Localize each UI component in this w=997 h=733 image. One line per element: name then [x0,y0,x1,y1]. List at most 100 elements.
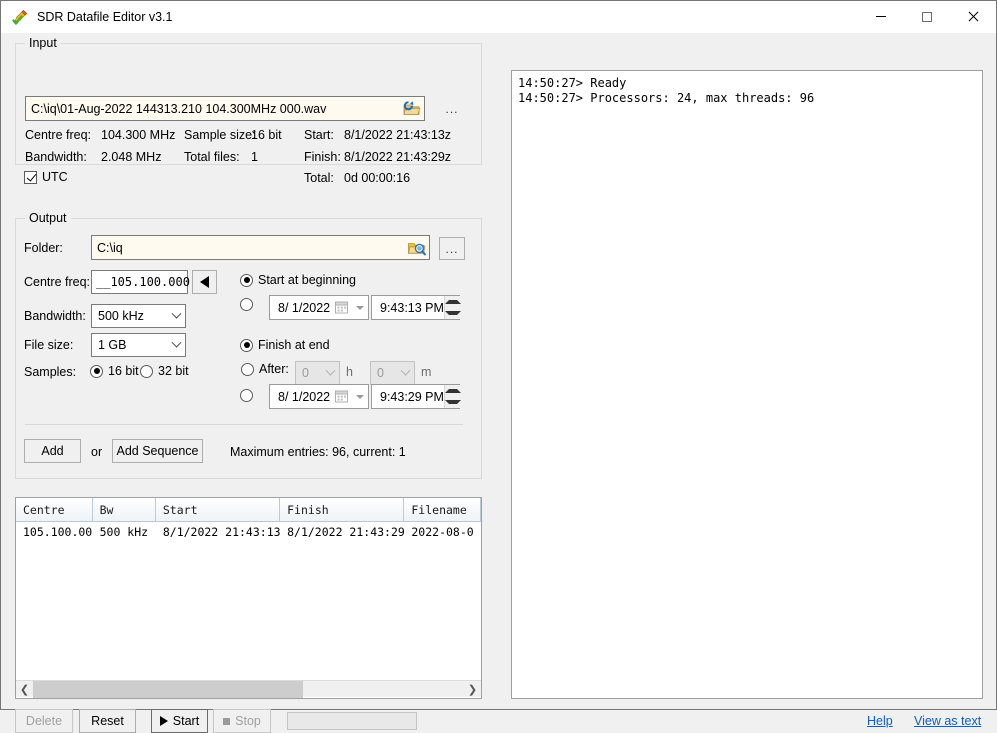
samples-16bit-radio[interactable]: 16 bit [90,364,139,378]
stop-button[interactable]: Stop [213,709,271,733]
chevron-down-icon [167,337,185,349]
divider [25,424,463,425]
input-total-value: 0d 00:00:16 [344,171,411,185]
after-minutes-select[interactable]: 0 [370,361,415,385]
start-date-picker[interactable]: 8/ 1/2022 [269,295,369,320]
arrow-left-icon [200,276,209,288]
after-label: After: [259,362,289,376]
cell-finish: 8/1/2022 21:43:29z [287,525,405,539]
after-minutes-value: 0 [377,366,384,380]
main-body: Input C:\iq\01-Aug-2022 144313.210 104.3… [1,33,996,733]
view-as-text-link[interactable]: View as text [914,714,981,728]
play-icon [159,716,168,726]
spinner-down-icon[interactable] [444,396,461,408]
spinner-up-icon[interactable] [444,385,461,397]
after-minutes-unit: m [421,365,432,379]
output-samples-label: Samples: [24,365,77,379]
input-group-legend: Input [25,36,61,50]
column-header-start[interactable]: Start [155,498,281,522]
spinner-down-icon[interactable] [444,307,461,319]
start-time-value: 9:43:13 PM [380,300,444,315]
input-total-files-label: Total files: [184,150,240,164]
window-controls [858,1,996,33]
input-file-field[interactable]: C:\iq\01-Aug-2022 144313.210 104.300MHz … [25,96,425,121]
add-sequence-button[interactable]: Add Sequence [112,439,203,463]
finish-after-radio[interactable]: After: [241,362,289,376]
calendar-icon [334,389,350,404]
stop-button-label: Stop [235,714,261,728]
entries-table[interactable]: Centre Bw Start Finish Filename 105.100.… [15,497,482,699]
finish-time-picker[interactable]: 9:43:29 PM [371,384,461,409]
table-header-row: Centre Bw Start Finish Filename [16,498,481,522]
column-header-centre[interactable]: Centre [16,498,93,522]
output-browse-button[interactable]: ... [439,237,465,260]
start-time-picker[interactable]: 9:43:13 PM [371,295,461,320]
cell-start: 8/1/2022 21:43:13z [162,525,281,539]
samples-16bit-label: 16 bit [108,364,139,378]
output-centre-freq-input[interactable]: __105.100.000 [91,270,190,294]
column-header-finish[interactable]: Finish [280,498,405,522]
close-icon [967,11,979,23]
delete-button[interactable]: Delete [15,709,73,733]
radio-icon [240,273,253,287]
samples-32bit-radio[interactable]: 32 bit [140,364,189,378]
finish-at-date-radio[interactable] [240,389,253,402]
output-folder-field[interactable]: C:\iq [91,235,430,260]
finish-time-spinner[interactable] [443,385,461,408]
start-button[interactable]: Start [151,709,208,733]
finish-at-end-label: Finish at end [258,338,330,352]
chevron-left-icon[interactable]: ❮ [16,681,33,698]
maximize-icon [922,11,932,22]
title-bar: SDR Datafile Editor v3.1 [1,1,996,33]
input-finish-label: Finish: [304,150,341,164]
column-header-filename[interactable]: Filename [404,498,481,522]
start-at-beginning-label: Start at beginning [258,273,356,287]
input-start-label: Start: [304,128,334,142]
radio-icon [241,362,254,376]
close-button[interactable] [950,1,996,33]
finish-at-end-radio[interactable]: Finish at end [240,338,330,352]
chevron-down-icon[interactable] [352,305,368,310]
after-hours-select[interactable]: 0 [295,361,340,385]
start-time-spinner[interactable] [443,296,461,319]
input-total-label: Total: [304,171,334,185]
chevron-down-icon [396,365,414,377]
utc-checkbox[interactable]: UTC [24,170,68,184]
folder-search-icon[interactable] [404,236,429,259]
radio-icon [240,298,253,311]
copy-centre-freq-button[interactable] [192,270,217,294]
maximize-button[interactable] [904,1,950,33]
scrollbar-thumb[interactable] [33,680,303,698]
bandwidth-select[interactable]: 500 kHz [91,304,186,328]
input-file-path: C:\iq\01-Aug-2022 144313.210 104.300MHz … [31,101,327,116]
after-hours-value: 0 [302,366,309,380]
file-size-select[interactable]: 1 GB [91,333,186,357]
reset-button[interactable]: Reset [79,709,136,733]
start-at-beginning-radio[interactable]: Start at beginning [240,273,356,287]
file-size-value: 1 GB [98,338,127,352]
output-group-legend: Output [25,211,71,225]
add-button[interactable]: Add [24,439,81,463]
pencil-check-icon [10,7,30,27]
minimize-button[interactable] [858,1,904,33]
chevron-down-icon [321,365,339,377]
start-button-label: Start [172,714,200,728]
table-horizontal-scrollbar[interactable]: ❮ ❯ [16,680,481,698]
input-bandwidth-label: Bandwidth: [25,150,87,164]
input-total-files-value: 1 [251,150,258,164]
finish-date-picker[interactable]: 8/ 1/2022 [269,384,369,409]
scrollbar-track[interactable] [33,680,464,698]
start-at-date-radio[interactable] [240,298,253,311]
chevron-right-icon[interactable]: ❯ [464,681,481,698]
chevron-down-icon[interactable] [352,394,368,399]
help-link[interactable]: Help [867,714,893,728]
folder-refresh-icon[interactable] [399,97,424,120]
log-output-panel[interactable]: 14:50:27> Ready 14:50:27> Processors: 24… [511,70,983,699]
input-browse-button[interactable]: ... [439,97,465,120]
input-centre-freq-label: Centre freq: [25,128,92,142]
spinner-up-icon[interactable] [444,296,461,308]
table-row[interactable]: 105.100.000 500 kHz 8/1/2022 21:43:13z 8… [16,522,481,542]
progress-bar [287,712,417,730]
column-header-bw[interactable]: Bw [92,498,156,522]
application-window: SDR Datafile Editor v3.1 Input C:\iq\01-… [0,0,997,733]
